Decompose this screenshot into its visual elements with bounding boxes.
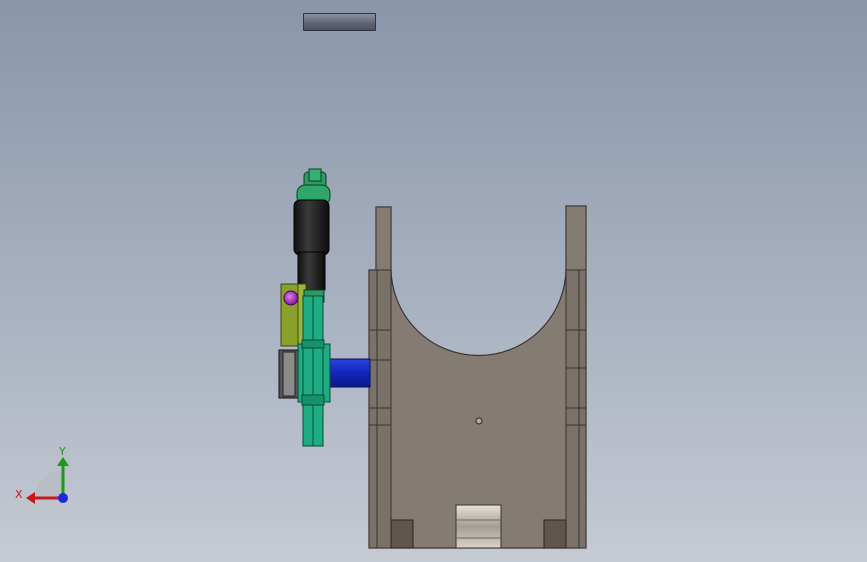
pneumatic-cylinder[interactable] (293, 168, 331, 291)
graphics-viewport[interactable]: Y X (0, 0, 867, 562)
y-axis-label: Y (58, 445, 66, 458)
z-axis-dot (58, 493, 68, 503)
x-axis-label: X (15, 488, 23, 501)
housing-block[interactable] (368, 205, 587, 549)
reference-triad-icon: Y X (15, 445, 69, 504)
